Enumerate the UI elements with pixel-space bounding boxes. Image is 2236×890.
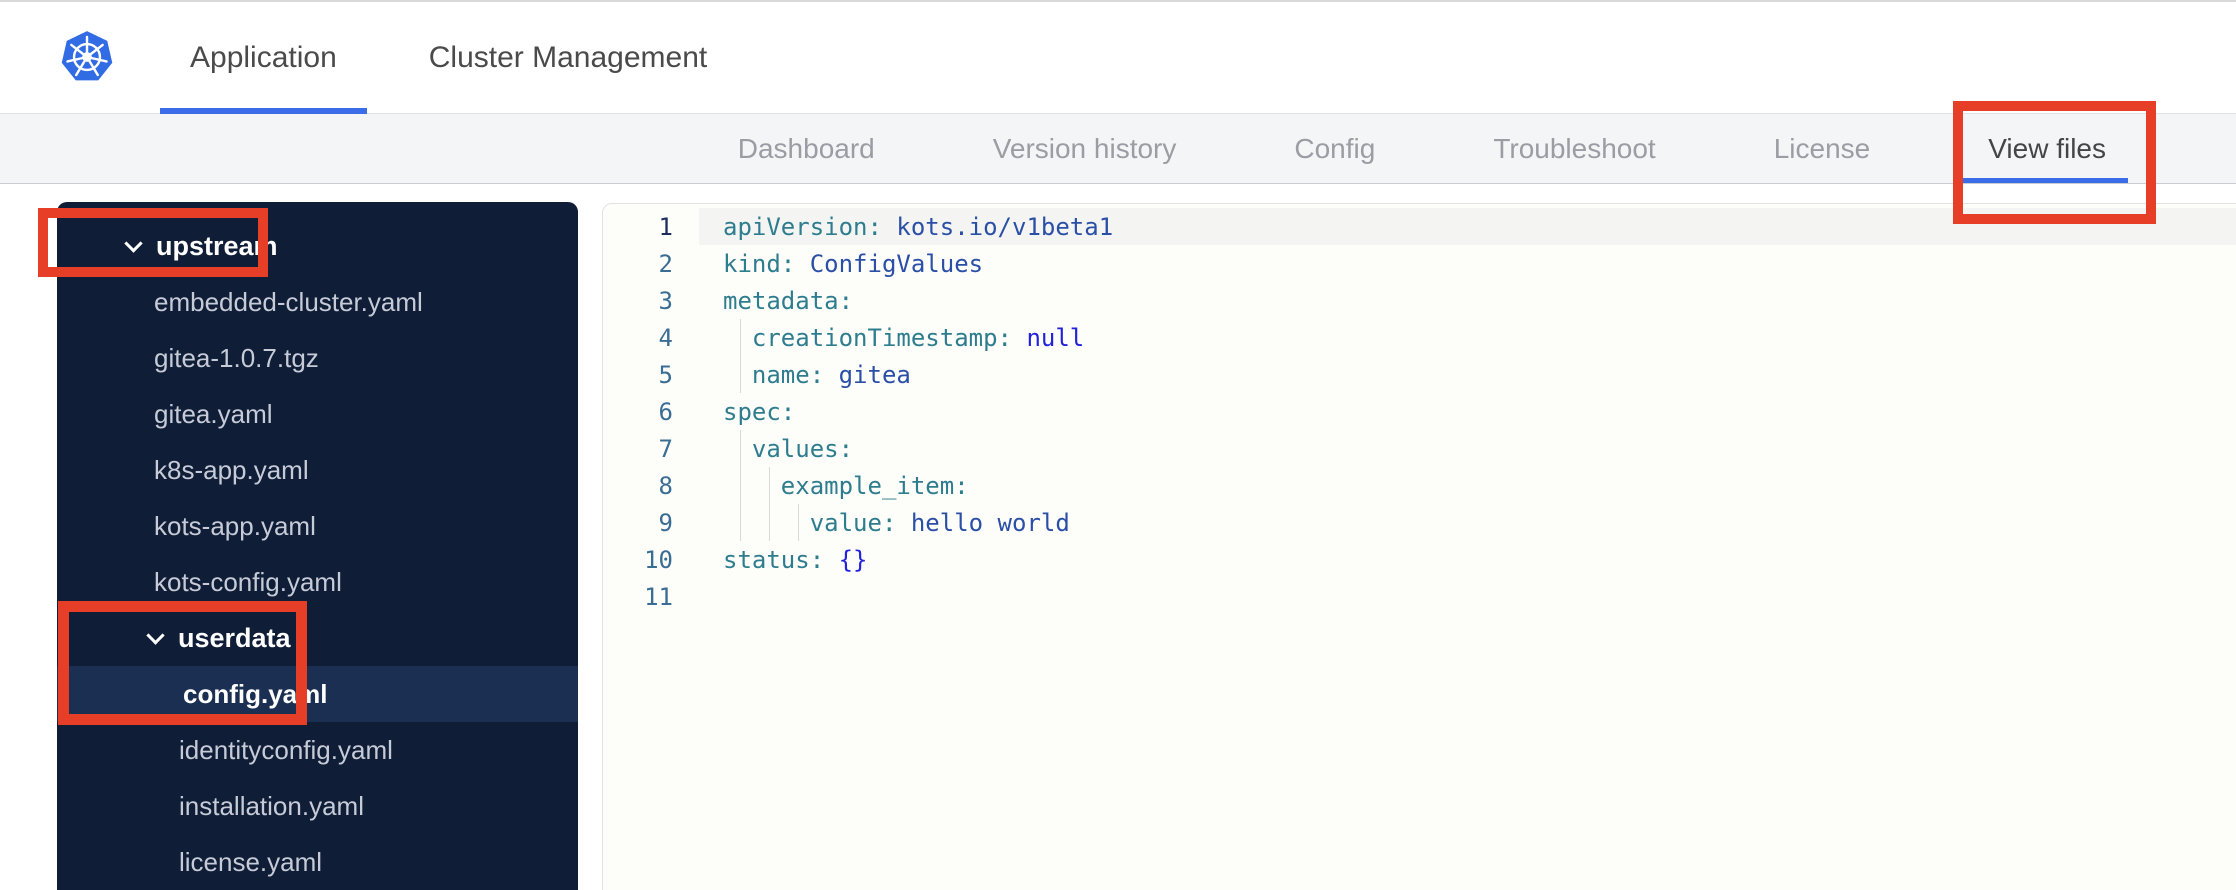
code-text: spec: bbox=[723, 397, 796, 426]
file-tree-item-config-yaml[interactable]: config.yaml bbox=[57, 666, 578, 722]
file-tree-item-upstream[interactable]: upstream bbox=[57, 218, 578, 274]
code-text: values: bbox=[699, 430, 2236, 467]
code-text: metadata: bbox=[723, 286, 854, 315]
code-text: name: gitea bbox=[699, 356, 2236, 393]
file-tree-item-userdata[interactable]: userdata bbox=[57, 610, 578, 666]
subnav-tab-label: View files bbox=[1988, 132, 2106, 164]
subnav-tab-label: License bbox=[1773, 132, 1871, 164]
file-tree-item-kots-app-yaml[interactable]: kots-app.yaml bbox=[57, 498, 578, 554]
subnav-tab-troubleshoot[interactable]: Troubleshoot bbox=[1493, 114, 1655, 183]
file-tree-label: kots-app.yaml bbox=[154, 510, 316, 541]
file-tree-sidebar: upstream embedded-cluster.yaml gitea-1.0… bbox=[57, 202, 578, 890]
file-content-viewer: 1 apiVersion: kots.io/v1beta1 2 kind: Co… bbox=[602, 203, 2236, 890]
subnav-tab-version-history[interactable]: Version history bbox=[993, 114, 1177, 183]
topbar-tab-label: Application bbox=[190, 40, 337, 74]
file-tree-item-embedded-cluster-yaml[interactable]: embedded-cluster.yaml bbox=[57, 274, 578, 330]
indent-guide bbox=[740, 467, 742, 504]
code-line[interactable]: 3 metadata: bbox=[603, 282, 2236, 319]
code-text: apiVersion: kots.io/v1beta1 bbox=[699, 208, 2236, 245]
topbar-tab-label: Cluster Management bbox=[428, 40, 708, 74]
active-tab-underline bbox=[1956, 178, 2128, 183]
file-tree-item-gitea-1-0-7-tgz[interactable]: gitea-1.0.7.tgz bbox=[57, 330, 578, 386]
file-tree-label: gitea-1.0.7.tgz bbox=[154, 342, 319, 373]
subnav-tab-label: Dashboard bbox=[737, 132, 875, 164]
file-tree-label: license.yaml bbox=[179, 846, 323, 877]
indent-guide bbox=[769, 504, 771, 541]
file-tree-label: config.yaml bbox=[183, 678, 328, 709]
topbar-tabs: Application Cluster Management bbox=[160, 2, 737, 115]
file-tree-label: userdata bbox=[178, 622, 291, 653]
line-number: 3 bbox=[658, 286, 673, 315]
subnav-tab-label: Config bbox=[1294, 132, 1376, 164]
line-number: 11 bbox=[644, 582, 673, 611]
subnav-tab-view-files[interactable]: View files bbox=[1956, 114, 2128, 183]
line-number: 6 bbox=[658, 397, 673, 426]
indent-guide bbox=[769, 467, 771, 504]
indent-guide bbox=[740, 504, 742, 541]
indent-guide bbox=[740, 430, 742, 467]
code-text: creationTimestamp: null bbox=[699, 319, 2236, 356]
line-number: 10 bbox=[644, 545, 673, 574]
chevron-down-icon bbox=[124, 233, 143, 253]
line-number: 7 bbox=[658, 434, 673, 463]
kubernetes-logo-icon bbox=[60, 30, 114, 84]
subnav-tab-label: Version history bbox=[992, 132, 1177, 164]
topbar-tab-application[interactable]: Application bbox=[160, 2, 367, 115]
file-tree-label: upstream bbox=[156, 230, 278, 261]
indent-guide bbox=[798, 504, 800, 541]
file-tree-item-k8s-app-yaml[interactable]: k8s-app.yaml bbox=[57, 442, 578, 498]
indent-guide bbox=[740, 356, 742, 393]
file-tree-item-license-yaml[interactable]: license.yaml bbox=[57, 834, 578, 890]
file-tree-item-kots-config-yaml[interactable]: kots-config.yaml bbox=[57, 554, 578, 610]
code-line[interactable]: 2 kind: ConfigValues bbox=[603, 245, 2236, 282]
code-line[interactable]: 6 spec: bbox=[603, 393, 2236, 430]
subnav-tab-license[interactable]: License bbox=[1774, 114, 1871, 183]
topbar-tab-cluster-management[interactable]: Cluster Management bbox=[399, 2, 737, 113]
file-tree-label: embedded-cluster.yaml bbox=[154, 286, 423, 317]
app-subnav: Dashboard Version history Config Trouble… bbox=[0, 114, 2236, 184]
code-line[interactable]: 11 bbox=[603, 578, 2236, 615]
line-number: 8 bbox=[658, 471, 673, 500]
line-number: 4 bbox=[658, 323, 673, 352]
chevron-down-icon bbox=[146, 625, 165, 645]
code-text: status: {} bbox=[723, 545, 868, 574]
subnav-tab-label: Troubleshoot bbox=[1493, 132, 1656, 164]
line-number: 9 bbox=[658, 508, 673, 537]
code-line[interactable]: 7 values: bbox=[603, 430, 2236, 467]
file-tree-item-gitea-yaml[interactable]: gitea.yaml bbox=[57, 386, 578, 442]
code-text: value: hello world bbox=[699, 504, 2236, 541]
file-tree-label: gitea.yaml bbox=[154, 398, 273, 429]
file-tree-label: identityconfig.yaml bbox=[179, 734, 393, 765]
code-line[interactable]: 8 example_item: bbox=[603, 467, 2236, 504]
kots-admin-console: Application Cluster Management Dashboard… bbox=[0, 0, 2236, 890]
code-line[interactable]: 1 apiVersion: kots.io/v1beta1 bbox=[603, 208, 2236, 245]
subnav-tab-config[interactable]: Config bbox=[1294, 114, 1375, 183]
code-line[interactable]: 5 name: gitea bbox=[603, 356, 2236, 393]
line-number: 2 bbox=[658, 249, 673, 278]
line-number: 1 bbox=[658, 212, 673, 241]
code-line[interactable]: 10 status: {} bbox=[603, 541, 2236, 578]
code-line[interactable]: 4 creationTimestamp: null bbox=[603, 319, 2236, 356]
line-number: 5 bbox=[658, 360, 673, 389]
code-text: example_item: bbox=[699, 467, 2236, 504]
top-navigation-bar: Application Cluster Management bbox=[0, 0, 2236, 115]
subnav-tab-dashboard[interactable]: Dashboard bbox=[738, 114, 875, 183]
indent-guide bbox=[740, 319, 742, 356]
code-text: kind: ConfigValues bbox=[723, 249, 984, 278]
file-tree-label: installation.yaml bbox=[179, 790, 364, 821]
file-tree-label: kots-config.yaml bbox=[154, 566, 342, 597]
code-line[interactable]: 9 value: hello world bbox=[603, 504, 2236, 541]
file-tree-label: k8s-app.yaml bbox=[154, 454, 309, 485]
file-tree-item-identityconfig-yaml[interactable]: identityconfig.yaml bbox=[57, 722, 578, 778]
file-tree-item-installation-yaml[interactable]: installation.yaml bbox=[57, 778, 578, 834]
